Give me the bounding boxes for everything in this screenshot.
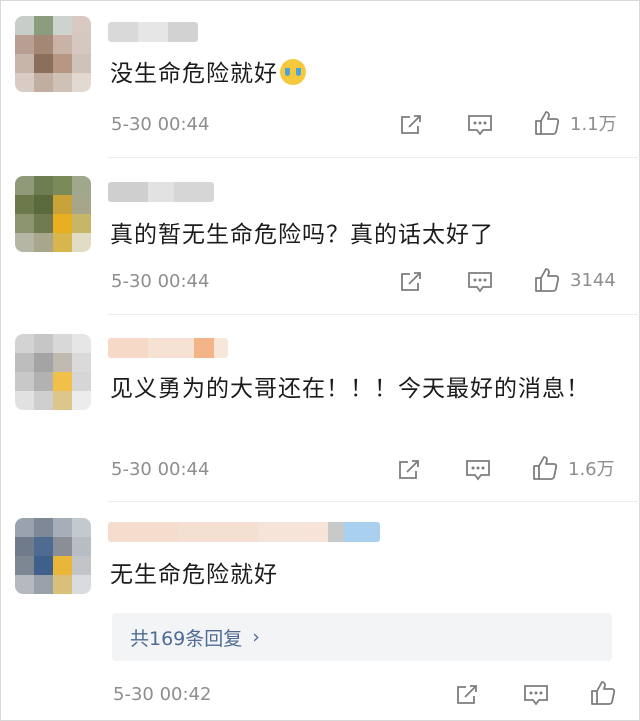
chevron-right-icon: › bbox=[252, 626, 260, 648]
comment-text: 见义勇为的大哥还在！！！今天最好的消息！ bbox=[110, 370, 590, 408]
comment-timestamp: 5-30 00:44 bbox=[111, 271, 210, 292]
like-count: 1.1万 bbox=[570, 114, 617, 135]
like-count: 3144 bbox=[570, 269, 616, 291]
like-button[interactable]: 1.6万 bbox=[530, 453, 615, 483]
divider bbox=[108, 501, 640, 502]
divider bbox=[108, 314, 640, 315]
repost-button[interactable] bbox=[398, 110, 424, 140]
repost-icon bbox=[399, 460, 419, 479]
comment-text: 真的暂无生命危险吗？真的话太好了 bbox=[110, 216, 610, 254]
view-replies-link[interactable]: 共169条回复 › bbox=[112, 613, 612, 661]
thumbs-up-icon bbox=[535, 268, 560, 292]
username-blurred[interactable] bbox=[108, 338, 228, 358]
thumbs-up-icon bbox=[533, 456, 558, 480]
avatar[interactable] bbox=[15, 16, 91, 92]
crying-face-icon bbox=[280, 59, 306, 85]
like-count: 1.6万 bbox=[568, 459, 615, 480]
repost-icon bbox=[457, 685, 477, 704]
like-button[interactable] bbox=[588, 678, 618, 708]
comment-button[interactable] bbox=[464, 455, 492, 485]
comment-button[interactable] bbox=[522, 680, 550, 710]
comment-timestamp: 5-30 00:44 bbox=[111, 459, 210, 480]
comment-button[interactable] bbox=[466, 267, 494, 297]
username-blurred[interactable] bbox=[108, 22, 198, 42]
repost-button[interactable] bbox=[398, 267, 424, 297]
repost-icon bbox=[401, 115, 421, 134]
comment-text-content: 见义勇为的大哥还在！！！今天最好的消息！ bbox=[110, 376, 590, 402]
comment-text-content: 无生命危险就好 bbox=[110, 562, 278, 588]
comment-text-content: 真的暂无生命危险吗？真的话太好了 bbox=[110, 222, 494, 248]
repost-button[interactable] bbox=[396, 455, 422, 485]
replies-count-label: 共169条回复 bbox=[130, 627, 243, 650]
divider bbox=[108, 157, 640, 158]
comment-button[interactable] bbox=[466, 110, 494, 140]
comment-icon bbox=[468, 115, 492, 136]
username-blurred[interactable] bbox=[108, 522, 380, 542]
comment-icon bbox=[466, 460, 490, 481]
avatar[interactable] bbox=[15, 176, 91, 252]
avatar[interactable] bbox=[15, 334, 91, 410]
comment-text: 没生命危险就好 bbox=[110, 55, 610, 93]
comment-text-content: 没生命危险就好 bbox=[110, 61, 278, 87]
username-blurred[interactable] bbox=[108, 182, 214, 202]
avatar[interactable] bbox=[15, 518, 91, 594]
thumbs-up-icon bbox=[535, 111, 560, 135]
comment-timestamp: 5-30 00:44 bbox=[111, 114, 210, 135]
thumbs-up-icon bbox=[591, 681, 616, 705]
repost-icon bbox=[401, 272, 421, 291]
like-button[interactable]: 3144 bbox=[532, 265, 616, 295]
comment-timestamp: 5-30 00:42 bbox=[113, 684, 212, 705]
comment-icon bbox=[524, 685, 548, 706]
like-button[interactable]: 1.1万 bbox=[532, 108, 617, 138]
comment-text: 无生命危险就好 bbox=[110, 556, 610, 594]
repost-button[interactable] bbox=[454, 680, 480, 710]
comment-icon bbox=[468, 272, 492, 293]
